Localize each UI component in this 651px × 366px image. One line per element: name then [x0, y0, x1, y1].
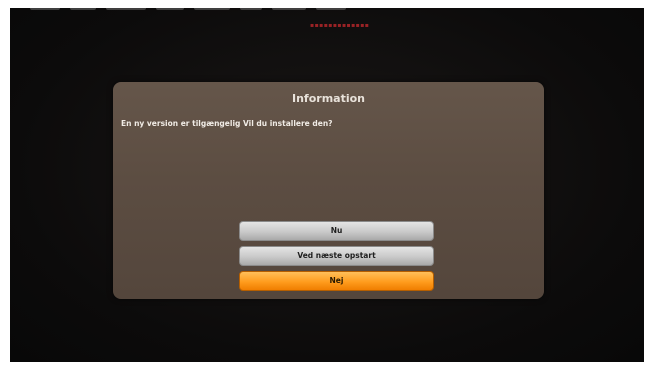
tv-screen: ▪▪▪▪▪▪▪▪▪▪▪▪▪ Information En ny version …	[10, 8, 644, 362]
background-banner-text	[10, 8, 390, 14]
information-dialog: Information En ny version er tilgængelig…	[113, 82, 544, 299]
next-startup-button[interactable]: Ved næste opstart	[239, 246, 434, 266]
now-button[interactable]: Nu	[239, 221, 434, 241]
dialog-message: En ny version er tilgængelig Vil du inst…	[121, 119, 333, 128]
dialog-title: Information	[292, 92, 365, 105]
no-button[interactable]: Nej	[239, 271, 434, 291]
background-red-text: ▪▪▪▪▪▪▪▪▪▪▪▪▪	[310, 22, 370, 29]
